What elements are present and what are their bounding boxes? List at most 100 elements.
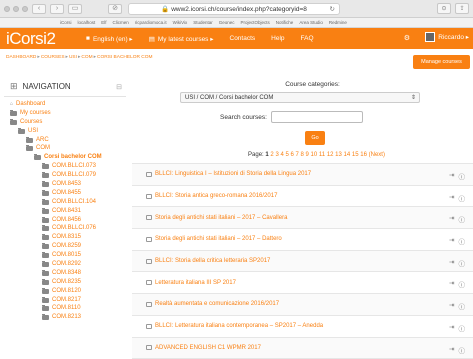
minimize-window-icon[interactable] (13, 6, 19, 12)
enrol-icon[interactable]: ⇥ (449, 236, 454, 246)
nav-tree-item[interactable]: COM.8213 (4, 313, 126, 322)
page-link[interactable]: 9 (306, 152, 309, 158)
nav-tree-item[interactable]: COM.8348 (4, 269, 126, 278)
nav-tree-item[interactable]: COM.8110 (4, 304, 126, 313)
address-bar[interactable]: 🔒www2.icorsi.ch/course/index.php?categor… (128, 3, 340, 15)
info-icon[interactable]: ⓘ (459, 301, 466, 311)
bookmark-item[interactable]: Area Studio (299, 20, 323, 25)
info-icon[interactable]: ⓘ (459, 193, 466, 203)
bookmark-item[interactable]: localhost (78, 20, 96, 25)
page-link[interactable]: 14 (344, 152, 351, 158)
page-link[interactable]: 10 (311, 152, 318, 158)
info-icon[interactable]: ⓘ (459, 258, 466, 268)
forward-icon[interactable]: › (50, 4, 64, 14)
bookmark-item[interactable]: ricpardiomoca.it (135, 20, 167, 25)
nav-tree-item[interactable]: COM.8453 (4, 180, 126, 189)
course-link[interactable]: BLLCI: Storia antica greco-romana 2016/2… (155, 193, 277, 199)
shield-icon[interactable]: ⊘ (108, 4, 122, 14)
enrol-icon[interactable]: ⇥ (449, 279, 454, 289)
breadcrumb-item[interactable]: COURSES (41, 55, 65, 60)
reload-icon[interactable]: ↻ (330, 4, 335, 15)
nav-tree-item[interactable]: COM.BLLCI.076 (4, 224, 126, 233)
page-link[interactable]: 11 (319, 152, 325, 158)
help-link[interactable]: Help (263, 35, 292, 42)
course-link[interactable]: BLLCI: Letteratura italiana contemporane… (155, 323, 323, 329)
category-select[interactable]: USI / COM / Corsi bachelor COM ⇕ (180, 92, 420, 103)
close-window-icon[interactable] (4, 6, 10, 12)
nav-tree-item[interactable]: COM.8456 (4, 216, 126, 225)
course-link[interactable]: BLLCI: Linguistica I – Istituzioni di St… (155, 171, 311, 177)
nav-tree-item[interactable]: COM.BLLCI.079 (4, 171, 126, 180)
nav-tree-item[interactable]: COM.BLLCI.104 (4, 198, 126, 207)
nav-tree-item[interactable]: COM.8455 (4, 189, 126, 198)
info-icon[interactable]: ⓘ (459, 323, 466, 333)
page-link[interactable]: 8 (301, 152, 304, 158)
download-icon[interactable]: ⊙ (437, 3, 451, 14)
nav-tree-item[interactable]: My courses (4, 109, 126, 118)
info-icon[interactable]: ⓘ (459, 236, 466, 246)
bookmark-item[interactable]: Studentar (193, 20, 213, 25)
faq-link[interactable]: FAQ (293, 35, 322, 42)
info-icon[interactable]: ⓘ (459, 214, 466, 224)
contacts-link[interactable]: Contacts (222, 35, 264, 42)
enrol-icon[interactable]: ⇥ (449, 301, 454, 311)
bookmark-item[interactable]: Notifiche (276, 20, 294, 25)
page-link[interactable]: 4 (280, 152, 283, 158)
manage-courses-button[interactable]: Manage courses (413, 55, 470, 69)
search-input[interactable] (271, 111, 363, 123)
nav-tree-item[interactable]: ARC (4, 136, 126, 145)
breadcrumb-item[interactable]: COM (81, 55, 92, 60)
course-link[interactable]: BLLCI: Storia della critica letteraria S… (155, 258, 270, 264)
nav-tree-item[interactable]: USI (4, 127, 126, 136)
bookmark-item[interactable]: Elf (101, 20, 106, 25)
page-link[interactable]: 13 (335, 152, 342, 158)
language-menu[interactable]: ■English (en) ▸ (78, 35, 141, 43)
nav-tree-item[interactable]: ⌂Dashboard (4, 100, 126, 109)
page-link[interactable]: 5 (285, 152, 288, 158)
info-icon[interactable]: ⓘ (459, 279, 466, 289)
bookmark-item[interactable]: Clicmen (113, 20, 129, 25)
enrol-icon[interactable]: ⇥ (449, 193, 454, 203)
nav-tree-item[interactable]: COM.8120 (4, 287, 126, 296)
course-link[interactable]: Letteratura italiana III SP 2017 (155, 280, 236, 286)
page-link[interactable]: 15 (352, 152, 359, 158)
maximize-window-icon[interactable] (22, 6, 28, 12)
bookmark-item[interactable]: Redmine (329, 20, 347, 25)
page-link[interactable]: 16 (360, 152, 367, 158)
page-link[interactable]: 12 (327, 152, 334, 158)
bookmark-item[interactable]: Geonec (219, 20, 235, 25)
page-link[interactable]: 6 (290, 152, 293, 158)
course-link[interactable]: Storia degli antichi stati italiani – 20… (155, 215, 287, 221)
nav-tree-item[interactable]: COM.8315 (4, 233, 126, 242)
my-courses-menu[interactable]: ▤My latest courses ▸ (141, 35, 222, 43)
enrol-icon[interactable]: ⇥ (449, 258, 454, 268)
breadcrumb-item[interactable]: DASHBOARD (6, 55, 36, 60)
nav-tree-item[interactable]: Corsi bachelor COM (4, 153, 126, 162)
nav-tree-item[interactable]: COM.8217 (4, 296, 126, 305)
nav-tree-item[interactable]: COM.8015 (4, 251, 126, 260)
sidebar-toggle-icon[interactable]: ▭ (68, 4, 82, 14)
nav-tree-item[interactable]: Courses (4, 118, 126, 127)
share-icon[interactable]: ⇪ (455, 3, 469, 14)
page-link[interactable]: 3 (275, 152, 278, 158)
bookmark-item[interactable]: iCorsi (60, 20, 72, 25)
collapse-block-icon[interactable]: ⊟ (116, 83, 122, 91)
go-button[interactable]: Go (305, 131, 325, 145)
bookmark-item[interactable]: WikiVix (173, 20, 188, 25)
user-menu[interactable]: Riccardo ▸ (425, 32, 469, 42)
site-logo[interactable]: iCorsi2 (0, 28, 78, 49)
enrol-icon[interactable]: ⇥ (449, 323, 454, 333)
next-page-link[interactable]: (Next) (369, 152, 385, 158)
enrol-icon[interactable]: ⇥ (449, 171, 454, 181)
bookmark-item[interactable]: ProjectObjects (241, 20, 270, 25)
course-link[interactable]: Storia degli antichi stati italiani – 20… (155, 236, 282, 242)
nav-tree-item[interactable]: COM.8431 (4, 207, 126, 216)
nav-tree-item[interactable]: COM.8235 (4, 278, 126, 287)
info-icon[interactable]: ⓘ (459, 171, 466, 181)
nav-tree-item[interactable]: COM (4, 144, 126, 153)
nav-tree-item[interactable]: COM.BLLCI.073 (4, 162, 126, 171)
breadcrumb-item[interactable]: CORSI BACHELOR COM (97, 55, 152, 60)
enrol-icon[interactable]: ⇥ (449, 214, 454, 224)
breadcrumb-item[interactable]: USI (69, 55, 77, 60)
nav-tree-item[interactable]: COM.8292 (4, 260, 126, 269)
